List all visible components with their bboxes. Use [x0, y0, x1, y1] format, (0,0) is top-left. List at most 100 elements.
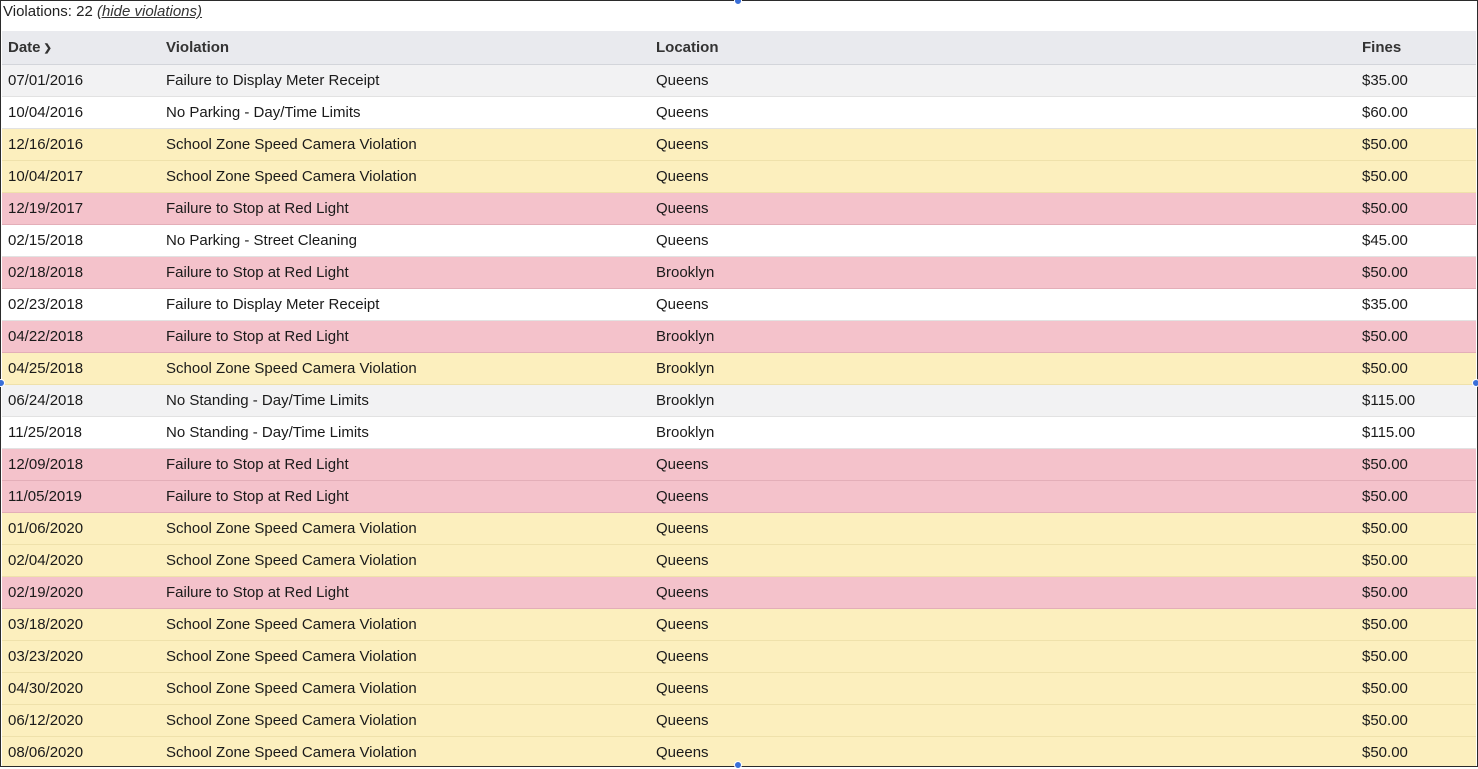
violation-cell: Failure to Stop at Red Light — [160, 320, 650, 353]
violation-cell: School Zone Speed Camera Violation — [160, 704, 650, 737]
violation-cell: Failure to Stop at Red Light — [160, 480, 650, 513]
violation-cell: Failure to Stop at Red Light — [160, 448, 650, 481]
date-cell: 10/04/2017 — [2, 160, 160, 193]
table-row: 02/04/2020 School Zone Speed Camera Viola… — [2, 544, 1476, 577]
fine-cell: $50.00 — [1356, 608, 1476, 641]
table-row: 12/19/2017 Failure to Stop at Red Light Qu… — [2, 192, 1476, 225]
table-row: 06/24/2018 No Standing - Day/Time Limits B… — [2, 384, 1476, 417]
date-cell: 06/12/2020 — [2, 704, 160, 737]
fine-cell: $115.00 — [1356, 416, 1476, 449]
date-cell: 01/06/2020 — [2, 512, 160, 545]
fine-cell: $50.00 — [1356, 480, 1476, 513]
violation-cell: Failure to Display Meter Receipt — [160, 288, 650, 321]
chevron-down-icon: ❯ — [43, 42, 52, 54]
fine-cell: $60.00 — [1356, 96, 1476, 129]
table-row: 04/22/2018 Failure to Stop at Red Light Br… — [2, 320, 1476, 353]
violation-cell: Failure to Stop at Red Light — [160, 576, 650, 609]
location-cell: Queens — [650, 704, 1356, 737]
date-cell: 08/06/2020 — [2, 736, 160, 766]
location-cell: Brooklyn — [650, 352, 1356, 385]
fine-cell: $50.00 — [1356, 640, 1476, 673]
date-cell: 06/24/2018 — [2, 384, 160, 417]
location-cell: Brooklyn — [650, 416, 1356, 449]
location-cell: Brooklyn — [650, 384, 1356, 417]
fine-cell: $50.00 — [1356, 672, 1476, 705]
fine-cell: $50.00 — [1356, 512, 1476, 545]
table-row: 02/18/2018 Failure to Stop at Red Light Br… — [2, 256, 1476, 289]
location-cell: Queens — [650, 160, 1356, 193]
violations-summary: Violations: 22 (hide violations) — [1, 1, 1477, 31]
violation-cell: Failure to Stop at Red Light — [160, 192, 650, 225]
violation-cell: School Zone Speed Camera Violation — [160, 736, 650, 766]
violation-cell: No Parking - Day/Time Limits — [160, 96, 650, 129]
selection-handle-right[interactable] — [1472, 379, 1478, 387]
violation-cell: School Zone Speed Camera Violation — [160, 512, 650, 545]
fine-cell: $50.00 — [1356, 544, 1476, 577]
violations-panel: Violations: 22 (hide violations) Date ❯ V… — [0, 0, 1478, 767]
date-cell: 02/04/2020 — [2, 544, 160, 577]
fine-cell: $50.00 — [1356, 320, 1476, 353]
table-row: 03/18/2020 School Zone Speed Camera Viola… — [2, 608, 1476, 641]
date-cell: 04/22/2018 — [2, 320, 160, 353]
date-cell: 12/09/2018 — [2, 448, 160, 481]
location-cell: Queens — [650, 224, 1356, 257]
table-row: 10/04/2016 No Parking - Day/Time Limits Qu… — [2, 96, 1476, 129]
date-cell: 12/16/2016 — [2, 128, 160, 161]
location-cell: Queens — [650, 96, 1356, 129]
date-cell: 04/30/2020 — [2, 672, 160, 705]
table-row: 12/16/2016 School Zone Speed Camera Viola… — [2, 128, 1476, 161]
fines-column-header[interactable]: Fines — [1356, 31, 1476, 65]
table-row: 06/12/2020 School Zone Speed Camera Viola… — [2, 704, 1476, 737]
violation-cell: School Zone Speed Camera Violation — [160, 160, 650, 193]
table-header-row: Date ❯ Violation Location Fines — [2, 31, 1476, 65]
date-cell: 03/18/2020 — [2, 608, 160, 641]
date-cell: 12/19/2017 — [2, 192, 160, 225]
table-row: 01/06/2020 School Zone Speed Camera Viola… — [2, 512, 1476, 545]
table-row: 11/25/2018 No Standing - Day/Time Limits B… — [2, 416, 1476, 449]
location-cell: Queens — [650, 288, 1356, 321]
violation-cell: School Zone Speed Camera Violation — [160, 352, 650, 385]
date-cell: 11/25/2018 — [2, 416, 160, 449]
location-header-label: Location — [656, 38, 719, 56]
location-cell: Queens — [650, 480, 1356, 513]
violation-column-header[interactable]: Violation — [160, 31, 650, 65]
violation-cell: Failure to Display Meter Receipt — [160, 64, 650, 97]
violation-cell: No Standing - Day/Time Limits — [160, 416, 650, 449]
fine-cell: $35.00 — [1356, 64, 1476, 97]
date-cell: 03/23/2020 — [2, 640, 160, 673]
table-row: 02/19/2020 Failure to Stop at Red Light Qu… — [2, 576, 1476, 609]
violation-cell: Failure to Stop at Red Light — [160, 256, 650, 289]
table-row: 03/23/2020 School Zone Speed Camera Viola… — [2, 640, 1476, 673]
date-column-header[interactable]: Date ❯ — [2, 31, 160, 65]
fines-header-label: Fines — [1362, 38, 1402, 56]
fine-cell: $50.00 — [1356, 448, 1476, 481]
violation-cell: School Zone Speed Camera Violation — [160, 544, 650, 577]
table-row: 04/30/2020 School Zone Speed Camera Viola… — [2, 672, 1476, 705]
fine-cell: $50.00 — [1356, 704, 1476, 737]
hide-violations-link[interactable]: (hide violations) — [97, 3, 202, 20]
date-cell: 02/15/2018 — [2, 224, 160, 257]
violation-cell: School Zone Speed Camera Violation — [160, 128, 650, 161]
fine-cell: $50.00 — [1356, 736, 1476, 766]
date-cell: 07/01/2016 — [2, 64, 160, 97]
violation-cell: No Parking - Street Cleaning — [160, 224, 650, 257]
table-row: 07/01/2016 Failure to Display Meter Recei… — [2, 64, 1476, 97]
selection-handle-bottom[interactable] — [734, 761, 742, 769]
location-column-header[interactable]: Location — [650, 31, 1356, 65]
date-cell: 04/25/2018 — [2, 352, 160, 385]
location-cell: Queens — [650, 736, 1356, 766]
fine-cell: $50.00 — [1356, 576, 1476, 609]
table-row: 04/25/2018 School Zone Speed Camera Viola… — [2, 352, 1476, 385]
violations-table-body: 07/01/2016 Failure to Display Meter Recei… — [2, 64, 1476, 766]
fine-cell: $115.00 — [1356, 384, 1476, 417]
table-row: 02/23/2018 Failure to Display Meter Recei… — [2, 288, 1476, 321]
location-cell: Queens — [650, 608, 1356, 641]
fine-cell: $50.00 — [1356, 352, 1476, 385]
location-cell: Queens — [650, 544, 1356, 577]
date-cell: 10/04/2016 — [2, 96, 160, 129]
table-row: 12/09/2018 Failure to Stop at Red Light Qu… — [2, 448, 1476, 481]
location-cell: Queens — [650, 128, 1356, 161]
location-cell: Queens — [650, 576, 1356, 609]
location-cell: Brooklyn — [650, 256, 1356, 289]
violations-table: Date ❯ Violation Location Fines 07/01/201… — [2, 31, 1476, 766]
